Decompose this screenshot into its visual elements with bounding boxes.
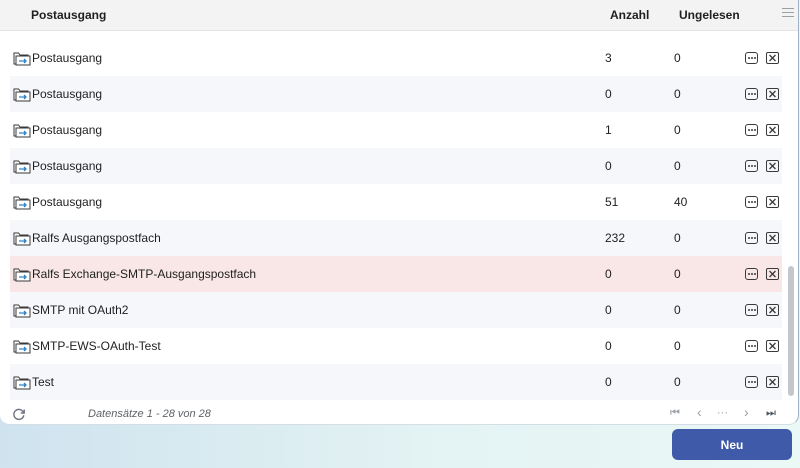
row-unread: 0 bbox=[674, 123, 681, 137]
row-name: SMTP mit OAuth2 bbox=[32, 303, 129, 317]
more-icon[interactable] bbox=[745, 304, 758, 316]
more-icon[interactable] bbox=[745, 376, 758, 388]
delete-icon[interactable] bbox=[766, 160, 779, 172]
row-name: Ralfs Exchange-SMTP-Ausgangspostfach bbox=[32, 267, 257, 281]
grid-footer: Datensätze 1 - 28 von 28 ⏮ ‹ ··· › ⏭ bbox=[0, 401, 798, 424]
more-icon[interactable] bbox=[745, 340, 758, 352]
folder-outbox-icon bbox=[13, 230, 31, 246]
pager-more-button[interactable]: ··· bbox=[717, 407, 728, 419]
row-unread: 0 bbox=[674, 87, 681, 101]
column-header-name[interactable]: Postausgang bbox=[31, 8, 106, 22]
row-count: 0 bbox=[605, 159, 612, 173]
table-row[interactable]: Test 0 0 bbox=[10, 364, 782, 400]
row-count: 1 bbox=[605, 123, 612, 137]
table-row[interactable]: Ralfs Ausgangspostfach 232 0 bbox=[10, 220, 782, 256]
table-row[interactable]: Postausgang 0 0 bbox=[10, 76, 782, 112]
row-count: 0 bbox=[605, 375, 612, 389]
new-outbox-button[interactable]: Neu bbox=[672, 429, 792, 460]
row-unread: 0 bbox=[674, 159, 681, 173]
folder-outbox-icon bbox=[13, 266, 31, 282]
column-header-count[interactable]: Anzahl bbox=[610, 8, 649, 22]
delete-icon[interactable] bbox=[766, 304, 779, 316]
delete-icon[interactable] bbox=[766, 340, 779, 352]
more-icon[interactable] bbox=[745, 124, 758, 136]
more-icon[interactable] bbox=[745, 160, 758, 172]
pager-last-button[interactable]: ⏭ bbox=[766, 407, 776, 420]
outbox-grid-panel: Postausgang Anzahl Ungelesen Postausgang… bbox=[0, 0, 799, 425]
row-count: 0 bbox=[605, 303, 612, 317]
table-row[interactable]: SMTP-EWS-OAuth-Test 0 0 bbox=[10, 328, 782, 364]
pager-next-button[interactable]: › bbox=[744, 404, 749, 420]
grid-header: Postausgang Anzahl Ungelesen bbox=[0, 0, 798, 31]
row-unread: 0 bbox=[674, 303, 681, 317]
row-unread: 0 bbox=[674, 267, 681, 281]
folder-outbox-icon bbox=[13, 122, 31, 138]
folder-outbox-icon bbox=[13, 302, 31, 318]
table-row[interactable]: Postausgang 51 40 bbox=[10, 184, 782, 220]
folder-outbox-icon bbox=[13, 86, 31, 102]
table-row[interactable]: SMTP mit OAuth2 0 0 bbox=[10, 292, 782, 328]
pager-first-button[interactable]: ⏮ bbox=[670, 407, 680, 420]
delete-icon[interactable] bbox=[766, 52, 779, 64]
row-name: Postausgang bbox=[32, 159, 103, 173]
row-count: 0 bbox=[605, 339, 612, 353]
more-icon[interactable] bbox=[745, 88, 758, 100]
row-count: 0 bbox=[605, 87, 612, 101]
row-name: Test bbox=[32, 375, 55, 389]
table-row[interactable]: Postausgang 1 0 bbox=[10, 112, 782, 148]
delete-icon[interactable] bbox=[766, 88, 779, 100]
records-count-text: Datensätze 1 - 28 von 28 bbox=[88, 408, 211, 420]
row-name: Ralfs Ausgangspostfach bbox=[32, 231, 161, 245]
row-count: 232 bbox=[605, 231, 626, 245]
table-row[interactable]: Postausgang 3 0 bbox=[10, 40, 782, 76]
row-unread: 0 bbox=[674, 51, 681, 65]
folder-outbox-icon bbox=[13, 194, 31, 210]
more-icon[interactable] bbox=[745, 268, 758, 280]
pager-prev-button[interactable]: ‹ bbox=[697, 404, 702, 420]
more-icon[interactable] bbox=[745, 196, 758, 208]
row-unread: 40 bbox=[674, 195, 688, 209]
more-icon[interactable] bbox=[745, 52, 758, 64]
row-count: 51 bbox=[605, 195, 619, 209]
table-row[interactable]: Postausgang 0 0 bbox=[10, 148, 782, 184]
grid-rows: Postausgang 3 0 Postausgang 0 0 Postausgang 1 0 P… bbox=[10, 40, 782, 400]
row-count: 0 bbox=[605, 267, 612, 281]
more-icon[interactable] bbox=[745, 232, 758, 244]
delete-icon[interactable] bbox=[766, 124, 779, 136]
row-name: Postausgang bbox=[32, 195, 103, 209]
column-menu-icon[interactable] bbox=[782, 8, 794, 20]
delete-icon[interactable] bbox=[766, 196, 779, 208]
delete-icon[interactable] bbox=[766, 232, 779, 244]
column-header-unread[interactable]: Ungelesen bbox=[679, 8, 740, 22]
folder-outbox-icon bbox=[13, 158, 31, 174]
row-unread: 0 bbox=[674, 339, 681, 353]
scrollbar-thumb[interactable] bbox=[788, 266, 794, 396]
row-name: Postausgang bbox=[32, 123, 103, 137]
table-row[interactable]: Ralfs Exchange-SMTP-Ausgangspostfach 0 0 bbox=[10, 256, 782, 292]
row-name: Postausgang bbox=[32, 51, 103, 65]
row-unread: 0 bbox=[674, 375, 681, 389]
folder-outbox-icon bbox=[13, 50, 31, 66]
folder-outbox-icon bbox=[13, 338, 31, 354]
row-name: Postausgang bbox=[32, 87, 103, 101]
row-unread: 0 bbox=[674, 231, 681, 245]
refresh-icon[interactable] bbox=[12, 407, 26, 421]
row-name: SMTP-EWS-OAuth-Test bbox=[32, 339, 161, 353]
folder-outbox-icon bbox=[13, 374, 31, 390]
delete-icon[interactable] bbox=[766, 268, 779, 280]
row-count: 3 bbox=[605, 51, 612, 65]
delete-icon[interactable] bbox=[766, 376, 779, 388]
